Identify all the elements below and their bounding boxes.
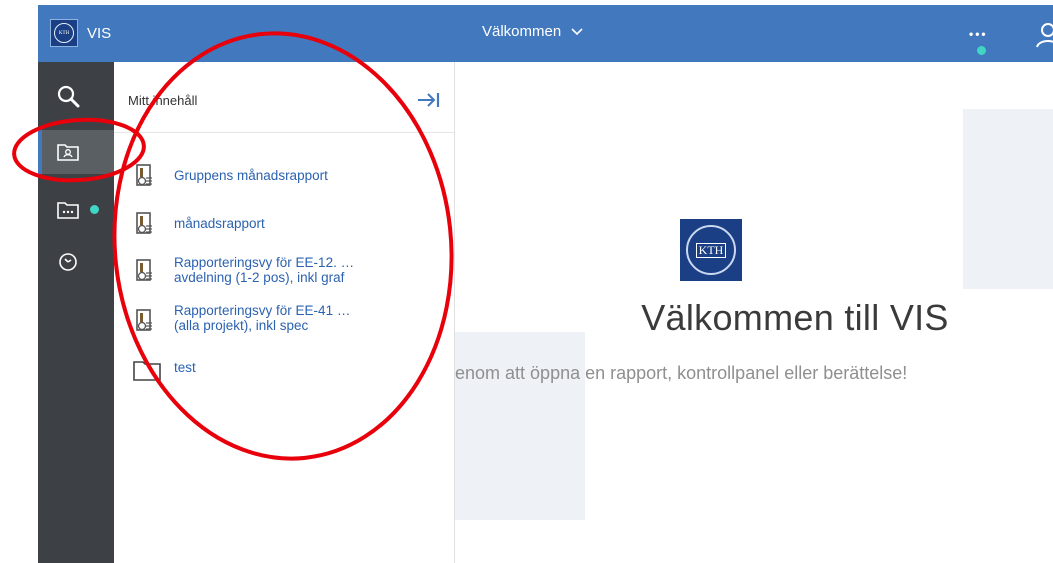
report-icon [136,259,152,281]
welcome-title: Välkommen till VIS [641,297,949,338]
more-icon: ••• [969,27,988,41]
item-label-line1: Rapporteringsvy för EE-41 … [174,303,351,318]
user-account-button[interactable] [1033,19,1053,49]
list-item-report[interactable]: Gruppens månadsrapport [114,154,454,194]
user-icon [1036,23,1053,48]
item-label: månadsrapport [174,216,265,231]
kth-logo-icon: KTH [680,219,742,281]
report-icon [136,212,152,234]
list-item-report[interactable]: månadsrapport [114,204,454,244]
clock-icon [59,253,77,271]
item-label: test [174,360,196,375]
more-actions-button[interactable]: ••• [969,25,995,43]
top-bar: KTH VIS Välkommen ••• [38,5,1053,62]
notification-dot [977,46,986,55]
rail-item-my-content[interactable] [38,130,114,174]
decorative-tile [963,109,1053,289]
welcome-menu-button[interactable]: Välkommen [482,23,583,40]
rail-item-team-content[interactable] [38,188,114,232]
team-status-dot [90,205,99,214]
folder-icon [133,361,161,381]
folder-more-icon [57,202,79,219]
item-label: Gruppens månadsrapport [174,168,328,183]
list-item-report[interactable]: Rapporteringsvy för EE-41 … (alla projek… [114,298,454,344]
list-item-folder[interactable]: test [114,350,454,390]
rail-item-recent[interactable] [38,240,114,284]
hero-logo-text: KTH [695,242,727,258]
kth-logo-icon: KTH [50,19,78,47]
welcome-area: KTH Välkommen till VIS enom att öppna en… [455,62,1053,563]
panel-title: Mitt innehåll [128,93,198,108]
list-item-report[interactable]: Rapporteringsvy för EE-12. … avdelning (… [114,248,454,294]
report-icon [136,309,152,331]
app-name: VIS [87,24,112,42]
report-icon [136,164,152,186]
collapse-arrow-icon [418,93,440,107]
brand[interactable]: KTH VIS [50,19,111,47]
item-label-line1: Rapporteringsvy för EE-12. … [174,255,355,270]
search-icon [57,85,80,108]
panel-header: Mitt innehåll [114,62,454,133]
welcome-subtitle: enom att öppna en rapport, kontrollpanel… [455,363,908,383]
brand-logo-text: KTH [54,23,74,43]
app-window: KTH VIS Välkommen ••• Mitt innehåll Grup… [38,5,1053,563]
nav-rail [38,62,114,563]
chevron-down-icon [571,27,583,35]
item-label-line2: (alla projekt), inkl spec [174,318,309,333]
collapse-panel-button[interactable] [416,90,442,110]
folder-user-icon [57,144,79,161]
content-panel: Mitt innehåll Gruppens månadsrapport mån… [114,62,455,563]
logo-ring: KTH [686,225,736,275]
item-label-line2: avdelning (1-2 pos), inkl graf [174,270,345,285]
rail-item-search[interactable] [38,74,114,118]
decorative-tile [455,332,585,520]
welcome-menu-label: Välkommen [482,23,562,40]
